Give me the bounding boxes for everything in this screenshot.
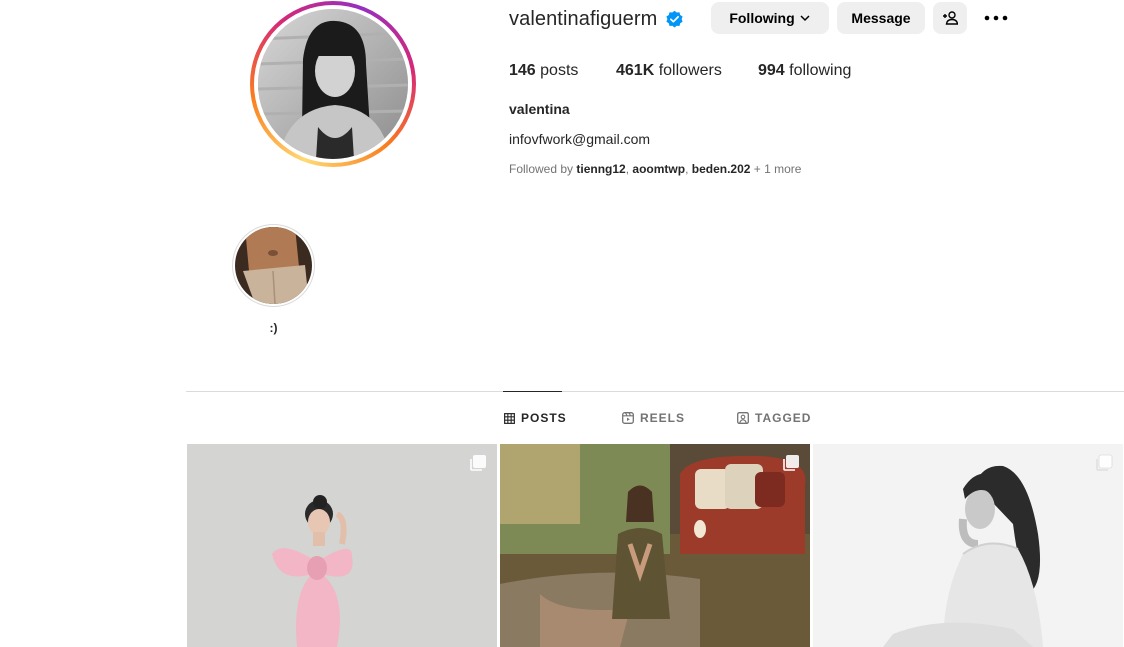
chevron-down-icon [800,15,810,22]
suggested-users-button[interactable] [933,2,967,34]
followers-count-label: followers [654,62,722,79]
following-link[interactable]: 994 following [758,62,851,80]
following-label: Following [729,10,795,26]
carousel-icon [1096,454,1113,471]
more-options-icon [984,15,1008,21]
post-image [187,444,497,647]
post-thumbnail[interactable] [500,444,810,647]
followers-link[interactable]: 461K followers [616,62,722,80]
highlight-cover [235,227,312,304]
avatar-photo [258,9,408,159]
post-thumbnail[interactable] [187,444,497,647]
followed-by-prefix: Followed by [509,162,577,176]
post-thumbnail[interactable] [813,444,1123,647]
message-button[interactable]: Message [837,2,925,34]
post-image [500,444,810,647]
highlight-image [235,227,312,304]
verified-badge-icon [666,10,683,28]
followed-by-separator: , [685,162,692,176]
tab-tagged[interactable]: TAGGED [737,411,811,425]
story-highlight[interactable] [232,224,315,307]
avatar-image [258,9,408,159]
more-options-button[interactable] [983,8,1009,28]
tabs-divider [186,391,1124,392]
bio-email: infovfwork@gmail.com [509,131,651,147]
highlight-label: :) [269,321,278,335]
tab-posts[interactable]: POSTS [504,411,567,425]
following-count-value: 994 [758,62,785,79]
tab-reels[interactable]: REELS [622,411,685,425]
profile-avatar[interactable] [250,1,416,167]
followers-count-value: 461K [616,62,655,79]
followed-by-more: + 1 more [750,162,802,176]
profile-full-name: valentina [509,101,570,117]
profile-page: valentinafiguerm Following Message 146 p… [0,0,1124,647]
following-button[interactable]: Following [711,2,829,34]
posts-count-label: posts [535,62,579,79]
carousel-icon [470,455,486,471]
profile-username: valentinafiguerm [509,8,658,30]
carousel-icon [783,455,799,471]
followed-by-name: beden.202 [691,162,751,176]
posts-count-value: 146 [509,62,536,79]
post-image [813,444,1123,647]
tab-reels-label: REELS [640,411,686,425]
avatar-border [254,5,412,163]
tab-posts-label: POSTS [521,411,567,425]
followed-by-name: aoomtwp [632,162,686,176]
reels-icon [622,412,634,424]
tab-tagged-label: TAGGED [755,411,812,425]
active-tab-indicator [503,391,562,392]
followed-by-text[interactable]: Followed by tienng12, aoomtwp, beden.202… [509,162,801,176]
grid-icon [504,412,515,424]
add-user-icon [943,11,958,25]
following-count-label: following [784,62,852,79]
posts-count: 146 posts [509,62,578,80]
tagged-icon [737,412,749,424]
followed-by-name: tienng12 [576,162,626,176]
